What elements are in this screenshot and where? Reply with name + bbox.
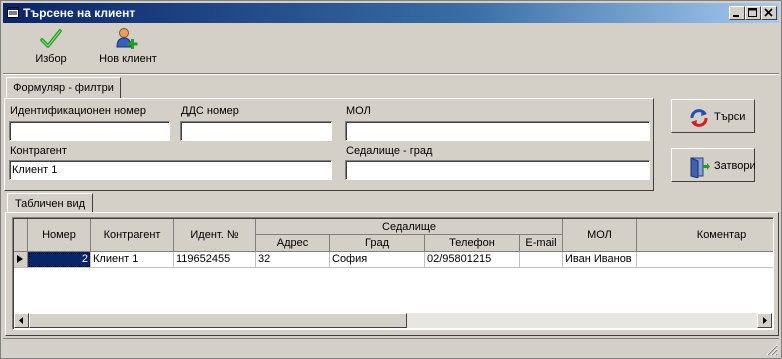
- cell-city[interactable]: София: [330, 252, 425, 268]
- cell-number[interactable]: 2: [28, 252, 91, 268]
- horizontal-scrollbar[interactable]: [14, 313, 772, 328]
- col-header-comment[interactable]: Коментар: [637, 219, 773, 252]
- seat-city-input[interactable]: [345, 160, 650, 180]
- tab-table-view[interactable]: Табличен вид: [7, 193, 93, 213]
- col-header-ident[interactable]: Идент. №: [174, 219, 256, 252]
- close-window-button[interactable]: [761, 6, 777, 20]
- mol-input[interactable]: [345, 121, 650, 141]
- resize-grip-icon[interactable]: [764, 342, 778, 356]
- title-bar: Търсене на клиент: [3, 3, 779, 23]
- arrow-right-icon: [763, 317, 767, 324]
- arrow-left-icon: [19, 317, 23, 324]
- client-search-window: Търсене на клиент Избор Нов клиент Форму…: [0, 0, 782, 359]
- col-header-phone[interactable]: Телефон: [425, 235, 520, 252]
- toolbar-divider: [3, 73, 779, 75]
- new-client-button[interactable]: Нов клиент: [93, 27, 163, 65]
- new-client-label: Нов клиент: [99, 53, 157, 65]
- seat-city-label: Седалище - град: [346, 145, 433, 157]
- tab-filters-label: Формуляр - филтри: [13, 82, 114, 94]
- window-icon: [7, 7, 19, 18]
- minimize-icon: [733, 15, 739, 17]
- col-header-address[interactable]: Адрес: [256, 235, 330, 252]
- cell-phone[interactable]: 02/95801215: [425, 252, 520, 268]
- id-number-input[interactable]: [9, 121, 170, 141]
- col-header-contractor[interactable]: Контрагент: [91, 219, 174, 252]
- scroll-right-button[interactable]: [757, 313, 772, 328]
- row-indicator[interactable]: [14, 252, 28, 268]
- cell-email[interactable]: [520, 252, 563, 268]
- col-header-email[interactable]: E-mail: [520, 235, 563, 252]
- search-button[interactable]: Търси: [671, 99, 755, 133]
- close-icon: [764, 8, 773, 17]
- scroll-left-button[interactable]: [14, 313, 29, 328]
- refresh-search-icon: [690, 109, 708, 127]
- id-number-label: Идентификационен номер: [10, 105, 146, 117]
- close-button[interactable]: Затвори: [671, 148, 756, 182]
- cell-comment[interactable]: [637, 252, 773, 268]
- mol-label: МОЛ: [346, 105, 371, 117]
- cell-mol[interactable]: Иван Иванов: [563, 252, 637, 268]
- search-label: Търси: [714, 111, 746, 123]
- exit-door-icon: [690, 157, 710, 178]
- current-row-arrow-icon: [17, 255, 23, 263]
- maximize-button[interactable]: [745, 6, 761, 20]
- cell-contractor[interactable]: Клиент 1: [91, 252, 174, 268]
- contractor-label: Контрагент: [10, 145, 67, 157]
- add-user-icon: [116, 28, 138, 49]
- contractor-input[interactable]: [9, 160, 332, 180]
- col-header-seat-group: Седалище: [256, 219, 563, 235]
- status-bar: [3, 338, 779, 357]
- col-header-number[interactable]: Номер: [28, 219, 91, 252]
- checkmark-icon: [40, 29, 62, 48]
- select-button[interactable]: Избор: [31, 27, 71, 65]
- tab-table-label: Табличен вид: [14, 198, 86, 210]
- cell-address[interactable]: 32: [256, 252, 330, 268]
- minimize-button[interactable]: [729, 6, 745, 20]
- col-header-mol[interactable]: МОЛ: [563, 219, 637, 252]
- toolbar: Избор Нов клиент: [3, 25, 779, 71]
- select-label: Избор: [35, 53, 67, 65]
- maximize-icon: [748, 8, 757, 17]
- vat-number-label: ДДС номер: [181, 105, 239, 117]
- vat-number-input[interactable]: [180, 121, 332, 141]
- col-header-city[interactable]: Град: [330, 235, 425, 252]
- row-indicator-header: [14, 219, 28, 252]
- scroll-thumb[interactable]: [29, 313, 407, 328]
- clients-table: Номер Контрагент Идент. № Седалище Адрес…: [12, 217, 774, 330]
- close-label: Затвори: [714, 160, 756, 172]
- window-title: Търсене на клиент: [23, 6, 136, 20]
- cell-ident[interactable]: 119652455: [174, 252, 256, 268]
- tab-filters[interactable]: Формуляр - филтри: [6, 77, 121, 98]
